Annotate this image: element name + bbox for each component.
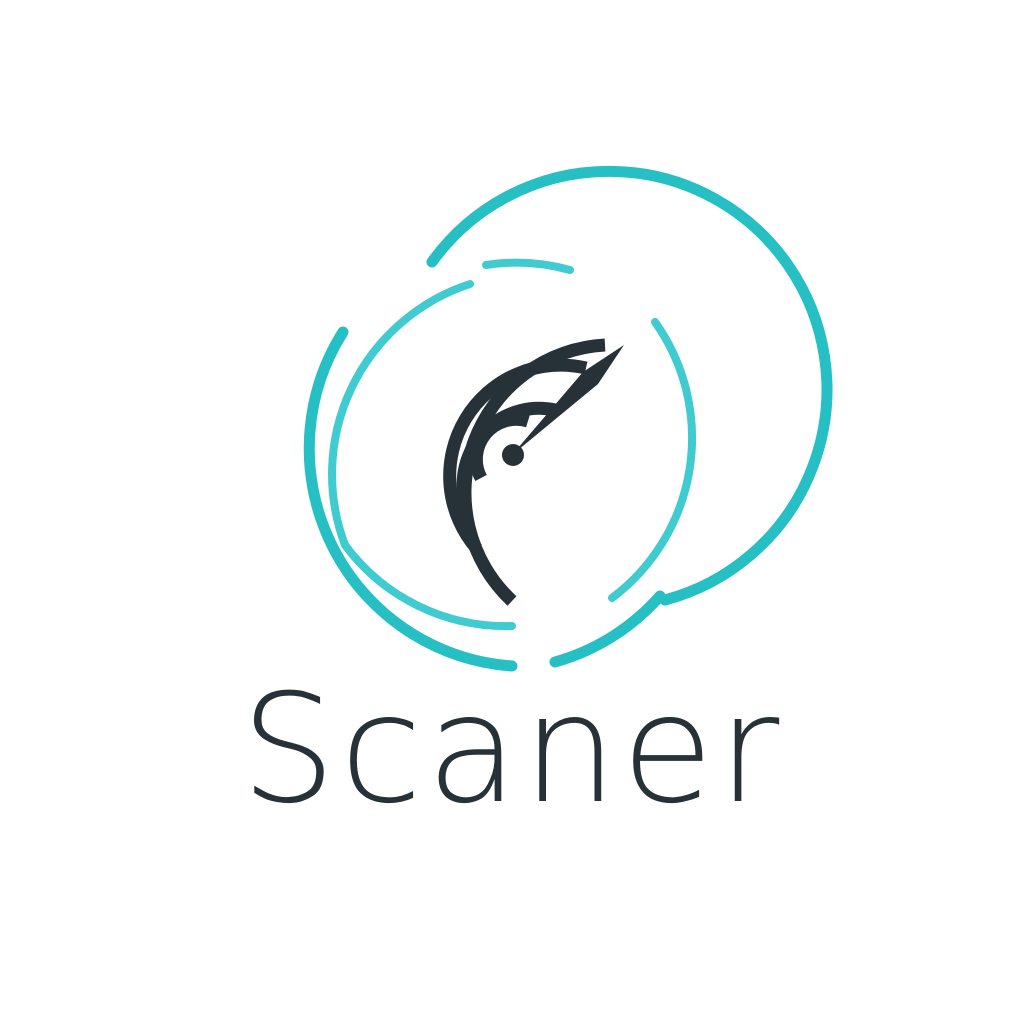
outer-ring-arc-right [549,590,666,668]
brand-name: Scaner [240,663,784,837]
radar-center-dot [502,444,524,466]
inner-ring-arc-top [482,258,574,274]
logo-canvas: Scaner [0,0,1024,1024]
outer-rings [303,165,833,672]
inner-ring-arc-bottom [341,541,516,631]
outer-ring-arc-left [303,326,518,672]
radar-icon [303,165,833,672]
inner-ring-arc-right [608,318,697,602]
